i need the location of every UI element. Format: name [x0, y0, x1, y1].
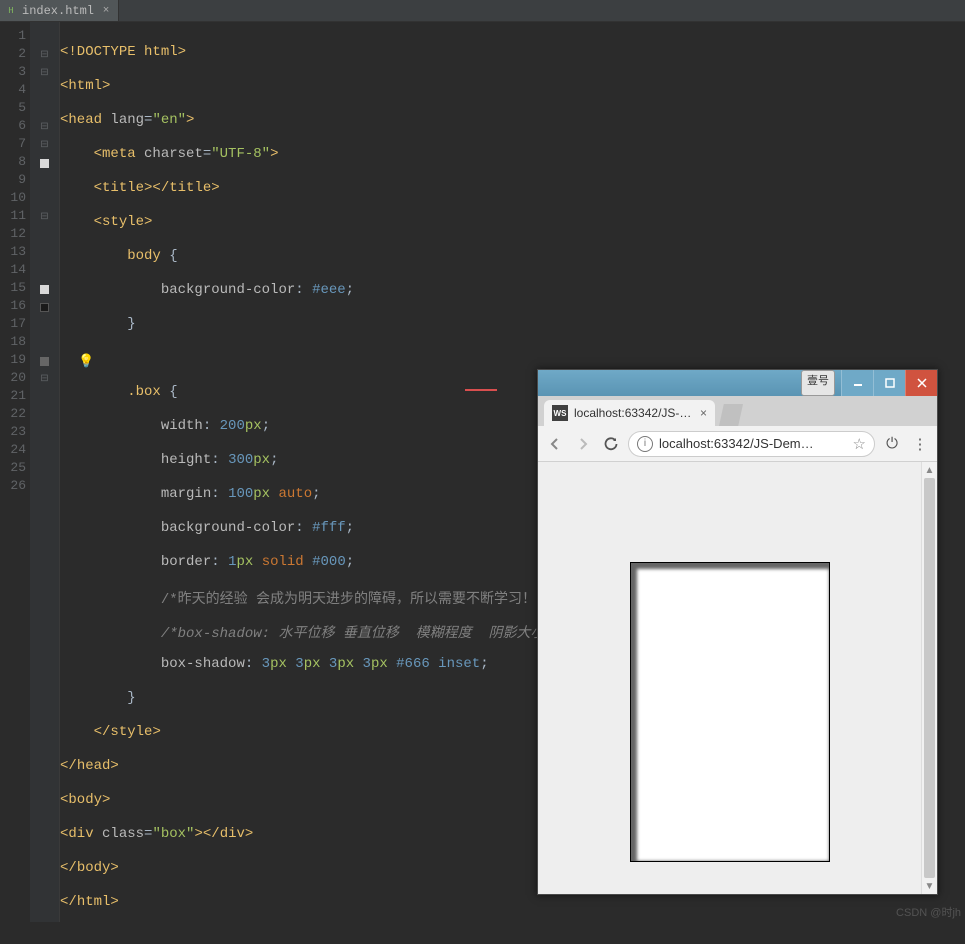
bookmark-star-icon[interactable]: ☆: [853, 435, 866, 453]
fold-icon[interactable]: ⊟: [30, 46, 59, 64]
code-line[interactable]: <!DOCTYPE html>: [60, 44, 965, 62]
code-line[interactable]: <head lang="en">: [60, 112, 965, 130]
line-number: 14: [0, 262, 30, 280]
url-text: localhost:63342/JS-Dem…: [659, 436, 847, 451]
line-number: 26: [0, 478, 30, 496]
code-line[interactable]: <meta charset="UTF-8">: [60, 146, 965, 164]
line-number: 11: [0, 208, 30, 226]
line-number: 20: [0, 370, 30, 388]
arrow-right-icon: [575, 436, 591, 452]
browser-tab-strip: WS localhost:63342/JS-De ×: [538, 396, 937, 426]
fold-icon[interactable]: ⊟: [30, 118, 59, 136]
code-line[interactable]: background-color: #eee;: [60, 282, 965, 300]
intention-bulb-icon[interactable]: 💡: [78, 354, 92, 369]
site-info-icon[interactable]: i: [637, 436, 653, 452]
color-swatch-icon[interactable]: [40, 285, 49, 294]
code-line[interactable]: <title></title>: [60, 180, 965, 198]
scroll-up-icon[interactable]: ▲: [922, 462, 937, 478]
window-titlebar[interactable]: 壹号: [538, 370, 937, 396]
browser-toolbar: i localhost:63342/JS-Dem… ☆ ⏻ ⋮: [538, 426, 937, 462]
power-button[interactable]: ⏻: [881, 433, 903, 455]
line-number: 3: [0, 64, 30, 82]
line-number: 13: [0, 244, 30, 262]
browser-viewport: ▲ ▼: [538, 462, 937, 894]
window-close-button[interactable]: [905, 370, 937, 396]
color-swatch-icon[interactable]: [40, 303, 49, 312]
favicon-icon: WS: [552, 405, 568, 421]
line-number: 21: [0, 388, 30, 406]
code-line[interactable]: body {: [60, 248, 965, 266]
back-button[interactable]: [544, 433, 566, 455]
virtual-desktop-badge[interactable]: 壹号: [801, 370, 835, 396]
new-tab-button[interactable]: [719, 404, 743, 426]
menu-button[interactable]: ⋮: [909, 433, 931, 455]
line-number: 18: [0, 334, 30, 352]
reload-button[interactable]: [600, 433, 622, 455]
forward-button[interactable]: [572, 433, 594, 455]
line-number: 5: [0, 100, 30, 118]
line-number: 4: [0, 82, 30, 100]
maximize-button[interactable]: [873, 370, 905, 396]
close-icon: [917, 378, 927, 388]
address-bar[interactable]: i localhost:63342/JS-Dem… ☆: [628, 431, 875, 457]
code-line[interactable]: }: [60, 316, 965, 334]
line-number: 15: [0, 280, 30, 298]
html-file-icon: H: [4, 4, 18, 18]
tab-close-icon[interactable]: ×: [700, 406, 707, 420]
code-line[interactable]: </html>: [60, 894, 965, 912]
scroll-down-icon[interactable]: ▼: [922, 878, 937, 894]
line-number: 7: [0, 136, 30, 154]
line-number: 22: [0, 406, 30, 424]
browser-window: 壹号 WS localhost:63342/JS-De × i: [537, 369, 938, 895]
code-line[interactable]: <style>: [60, 214, 965, 232]
browser-tab-title: localhost:63342/JS-De: [574, 406, 694, 420]
line-number: 6: [0, 118, 30, 136]
browser-tab[interactable]: WS localhost:63342/JS-De ×: [544, 400, 715, 426]
line-number: 1: [0, 28, 30, 46]
arrow-left-icon: [547, 436, 563, 452]
minimize-icon: [853, 378, 863, 388]
line-number-gutter: 1 2 3 4 5 6 7 8 9 10 11 12 13 14 15 16 1…: [0, 22, 30, 922]
line-number: 23: [0, 424, 30, 442]
file-tab-label: index.html: [22, 4, 94, 18]
line-number: 16: [0, 298, 30, 316]
fold-icon[interactable]: ⊟: [30, 208, 59, 226]
editor-tab-strip: H index.html ×: [0, 0, 965, 22]
line-number: 10: [0, 190, 30, 208]
line-number: 8: [0, 154, 30, 172]
scrollbar-thumb[interactable]: [924, 478, 935, 878]
line-number: 12: [0, 226, 30, 244]
fold-icon[interactable]: ⊟: [30, 64, 59, 82]
line-number: 19: [0, 352, 30, 370]
watermark-text: CSDN @时jh: [896, 904, 961, 920]
file-tab-index-html[interactable]: H index.html ×: [0, 0, 119, 21]
editor-gutter: ⊟ ⊟ ⊟ ⊟ ⊟ ⊟: [30, 22, 60, 922]
line-number: 2: [0, 46, 30, 64]
fold-icon[interactable]: ⊟: [30, 370, 59, 388]
rendered-page[interactable]: [538, 462, 921, 894]
error-underline-icon: [465, 389, 497, 391]
line-number: 25: [0, 460, 30, 478]
line-number: 17: [0, 316, 30, 334]
line-number: 24: [0, 442, 30, 460]
reload-icon: [603, 436, 619, 452]
code-line[interactable]: <html>: [60, 78, 965, 96]
line-number: 9: [0, 172, 30, 190]
code-line[interactable]: [60, 350, 965, 368]
maximize-icon: [885, 378, 895, 388]
vertical-scrollbar[interactable]: ▲ ▼: [921, 462, 937, 894]
minimize-button[interactable]: [841, 370, 873, 396]
color-swatch-icon[interactable]: [40, 357, 49, 366]
color-swatch-icon[interactable]: [40, 159, 49, 168]
fold-icon[interactable]: ⊟: [30, 136, 59, 154]
close-icon[interactable]: ×: [100, 5, 112, 17]
demo-box-element: [630, 562, 830, 862]
